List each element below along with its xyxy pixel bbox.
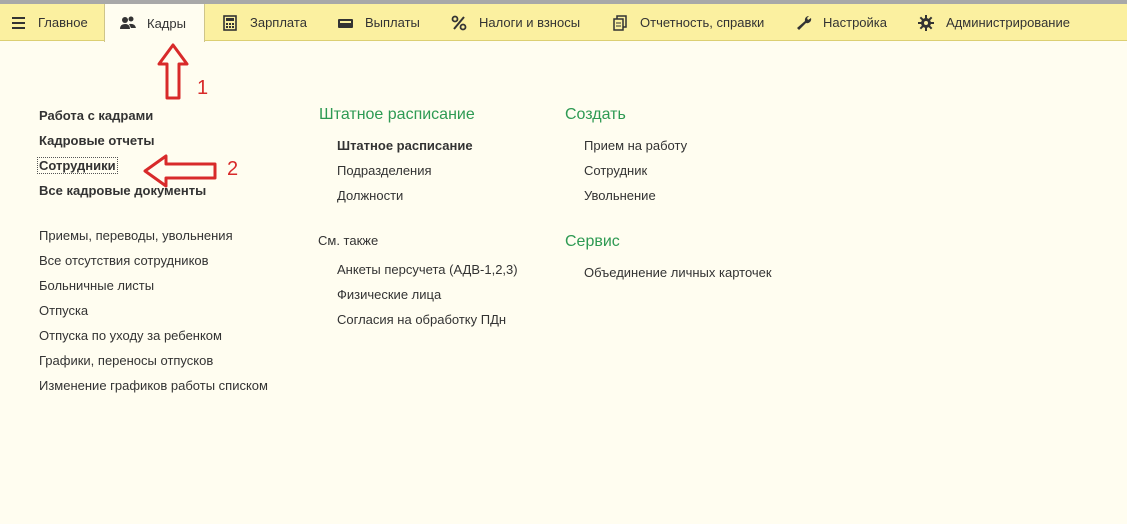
annotation-arrow-left-icon — [143, 154, 217, 188]
tab-payments[interactable]: Выплаты — [337, 4, 420, 41]
menu-icon — [10, 15, 28, 31]
tab-salary-label: Зарплата — [250, 15, 307, 30]
tab-settings-label: Настройка — [823, 15, 887, 30]
link-staffing-table[interactable]: Штатное расписание — [337, 138, 473, 154]
tab-payments-label: Выплаты — [365, 15, 420, 30]
tab-main-label: Главное — [38, 15, 88, 30]
link-vacations[interactable]: Отпуска — [39, 303, 88, 319]
tab-settings[interactable]: Настройка — [795, 4, 887, 41]
link-positions[interactable]: Должности — [337, 188, 403, 204]
link-create-dismissal[interactable]: Увольнение — [584, 188, 656, 204]
tab-main[interactable]: Главное — [10, 4, 88, 41]
see-also-label: См. также — [318, 233, 379, 248]
link-vacation-schedules[interactable]: Графики, переносы отпусков — [39, 353, 213, 369]
tab-administration[interactable]: Администрирование — [918, 4, 1070, 41]
link-parental-leave[interactable]: Отпуска по уходу за ребенком — [39, 328, 222, 344]
heading-staffing-table: Штатное расписание — [319, 106, 475, 123]
link-employees[interactable]: Сотрудники — [37, 157, 118, 174]
link-hr-work[interactable]: Работа с кадрами — [39, 108, 153, 124]
tab-staff[interactable]: Кадры — [104, 4, 205, 42]
link-hr-reports[interactable]: Кадровые отчеты — [39, 133, 154, 149]
link-individuals[interactable]: Физические лица — [337, 287, 441, 303]
link-work-schedule-changes[interactable]: Изменение графиков работы списком — [39, 378, 268, 394]
tab-staff-label: Кадры — [147, 15, 186, 31]
people-icon — [119, 15, 137, 31]
link-departments[interactable]: Подразделения — [337, 163, 432, 179]
calculator-icon — [222, 14, 240, 31]
link-data-consents[interactable]: Согласия на обработку ПДн — [337, 312, 506, 328]
documents-icon — [612, 14, 630, 31]
wallet-icon — [337, 15, 355, 31]
percent-icon — [451, 15, 469, 31]
link-hirings-transfers[interactable]: Приемы, переводы, увольнения — [39, 228, 233, 244]
link-all-absences[interactable]: Все отсутствия сотрудников — [39, 253, 209, 269]
wrench-icon — [795, 15, 813, 31]
tab-administration-label: Администрирование — [946, 15, 1070, 30]
link-create-hiring[interactable]: Прием на работу — [584, 138, 687, 154]
tab-reports-label: Отчетность, справки — [640, 15, 765, 30]
heading-service: Сервис — [565, 233, 620, 250]
heading-create: Создать — [565, 106, 626, 123]
tab-taxes[interactable]: Налоги и взносы — [451, 4, 580, 41]
tab-taxes-label: Налоги и взносы — [479, 15, 581, 30]
gear-icon — [918, 14, 936, 31]
link-sick-leaves[interactable]: Больничные листы — [39, 278, 154, 294]
link-employees-label: Сотрудники — [37, 157, 118, 174]
link-personnel-forms[interactable]: Анкеты персучета (АДВ-1,2,3) — [337, 262, 518, 278]
tab-reports[interactable]: Отчетность, справки — [612, 4, 764, 41]
annotation-label-1: 1 — [197, 77, 209, 99]
link-merge-personal-cards[interactable]: Объединение личных карточек — [584, 265, 772, 281]
link-create-employee[interactable]: Сотрудник — [584, 163, 647, 179]
annotation-label-2: 2 — [227, 158, 239, 180]
annotation-arrow-up-icon — [157, 43, 189, 100]
tab-salary[interactable]: Зарплата — [222, 4, 307, 41]
top-navigation-bar: Главное Кадры Зарплата Выплаты Налоги и … — [0, 0, 1127, 42]
